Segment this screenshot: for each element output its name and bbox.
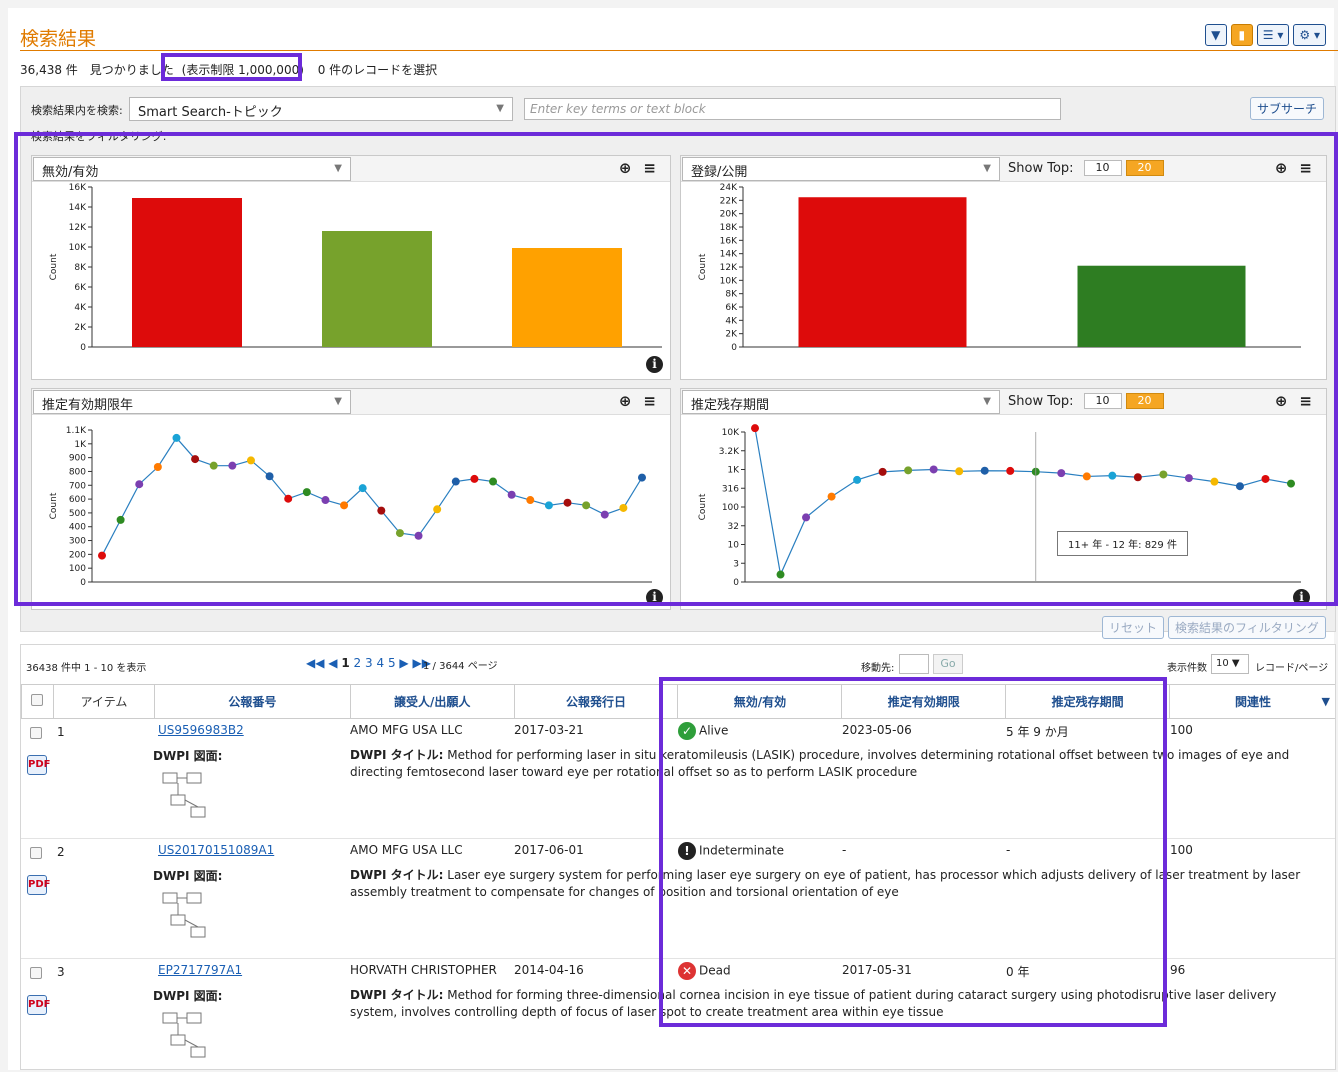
- next-page-icon[interactable]: ▶: [399, 656, 408, 670]
- search-results-page: 検索結果 ▼ ▮ ☰ ▾ ⚙ ▾ 36,438 件 見つかりました (表示制限 …: [8, 8, 1338, 1070]
- row-item: 1: [57, 725, 65, 739]
- pub-number-link[interactable]: EP2717797A1: [158, 963, 242, 977]
- dwpi-title-label: DWPI タイトル:: [350, 868, 444, 882]
- row-checkbox[interactable]: [30, 967, 42, 979]
- chart-icon[interactable]: ▮: [1230, 24, 1253, 46]
- pub-number-link[interactable]: US20170151089A1: [158, 843, 274, 857]
- per-page-value: 10: [1216, 658, 1229, 669]
- pub-number-link[interactable]: US9596983B2: [158, 723, 244, 737]
- page-link-1[interactable]: 1: [341, 656, 349, 670]
- col-item[interactable]: アイテム: [52, 684, 155, 719]
- first-page-icon[interactable]: ◀◀: [306, 656, 324, 670]
- page-link-3[interactable]: 3: [365, 656, 373, 670]
- range-text: 36438 件中 1 - 10 を表示: [26, 663, 147, 674]
- dwpi-image-label: DWPI 図面:: [153, 869, 223, 883]
- dwpi-title-label: DWPI タイトル:: [350, 748, 444, 762]
- search-mode-value: Smart Search-トピック: [138, 105, 283, 120]
- status-columns-highlight: [659, 677, 1167, 1027]
- select-all-cell: [21, 684, 54, 719]
- title-divider: [20, 50, 1338, 51]
- page-title: 検索結果: [20, 28, 97, 50]
- col-pub-number[interactable]: 公報番号: [153, 684, 351, 719]
- assignee: AMO MFG USA LLC: [350, 843, 463, 857]
- filter-results-button[interactable]: 検索結果のフィルタリング: [1168, 616, 1326, 639]
- col-pub-date[interactable]: 公報発行日: [513, 684, 679, 719]
- subsearch-button[interactable]: サブサーチ: [1250, 97, 1325, 120]
- results-toolbar: ▼ ▮ ☰ ▾ ⚙ ▾: [1204, 24, 1326, 46]
- per-page-select[interactable]: 10 ▼: [1211, 654, 1249, 674]
- per-page-label: 表示件数: [1167, 663, 1207, 674]
- dwpi-image-label: DWPI 図面:: [153, 989, 223, 1003]
- row-checkbox[interactable]: [30, 727, 42, 739]
- pager-links: ◀◀ ◀ 1 2 3 4 5 ▶ ▶▶: [306, 656, 431, 670]
- charts-highlight: [14, 132, 1338, 606]
- list-icon[interactable]: ☰ ▾: [1256, 24, 1290, 46]
- goto-page-input[interactable]: [899, 654, 929, 674]
- assignee: HORVATH CHRISTOPHER: [350, 963, 497, 977]
- row-item: 3: [57, 965, 65, 979]
- reset-button[interactable]: リセット: [1102, 616, 1165, 639]
- drawing-thumbnail[interactable]: [153, 765, 223, 827]
- filter-icon[interactable]: ▼: [1204, 24, 1227, 46]
- sort-desc-icon[interactable]: ▼: [1322, 695, 1330, 708]
- pdf-icon[interactable]: PDF: [27, 755, 50, 775]
- pub-date: 2017-03-21: [514, 723, 584, 737]
- search-within-label: 検索結果内を検索:: [31, 104, 123, 117]
- assignee: AMO MFG USA LLC: [350, 723, 463, 737]
- row-item: 2: [57, 845, 65, 859]
- go-button[interactable]: Go: [933, 654, 963, 674]
- dwpi-title-label: DWPI タイトル:: [350, 988, 444, 1002]
- pdf-icon[interactable]: PDF: [27, 875, 50, 895]
- drawing-thumbnail[interactable]: [153, 1005, 223, 1067]
- page-link-4[interactable]: 4: [376, 656, 384, 670]
- pager: 36438 件中 1 - 10 を表示 ◀◀ ◀ 1 2 3 4 5 ▶ ▶▶ …: [21, 645, 1335, 681]
- row-checkbox[interactable]: [30, 847, 42, 859]
- search-mode-select[interactable]: Smart Search-トピック ▼: [129, 97, 513, 121]
- col-relevance-label: 関連性: [1235, 695, 1272, 709]
- pdf-icon[interactable]: PDF: [27, 995, 50, 1015]
- select-all-checkbox[interactable]: [31, 694, 44, 706]
- relevance: 100: [1170, 843, 1193, 857]
- page-link-5[interactable]: 5: [388, 656, 396, 670]
- drawing-thumbnail[interactable]: [153, 885, 223, 947]
- limit-highlight: [161, 53, 302, 81]
- dwpi-image-label: DWPI 図面:: [153, 749, 223, 763]
- prev-page-icon[interactable]: ◀: [328, 656, 337, 670]
- col-assignee[interactable]: 譲受人/出願人: [349, 684, 515, 719]
- per-page-suffix: レコード/ページ: [1255, 663, 1329, 674]
- result-count: 36,438 件 見つかりました: [20, 63, 174, 77]
- page-link-2[interactable]: 2: [354, 656, 362, 670]
- chevron-down-icon: ▼: [496, 103, 504, 114]
- page-info: 1 / 3644 ページ: [423, 661, 498, 672]
- gear-icon[interactable]: ⚙ ▾: [1293, 24, 1326, 46]
- search-input[interactable]: Enter key terms or text block: [524, 98, 1061, 120]
- goto-label: 移動先:: [861, 663, 895, 674]
- relevance: 100: [1170, 723, 1193, 737]
- relevance: 96: [1170, 963, 1186, 977]
- pub-date: 2014-04-16: [514, 963, 584, 977]
- pub-date: 2017-06-01: [514, 843, 584, 857]
- col-relevance[interactable]: 関連性 ▼: [1169, 684, 1335, 719]
- selected-count: 0 件のレコードを選択: [317, 63, 438, 77]
